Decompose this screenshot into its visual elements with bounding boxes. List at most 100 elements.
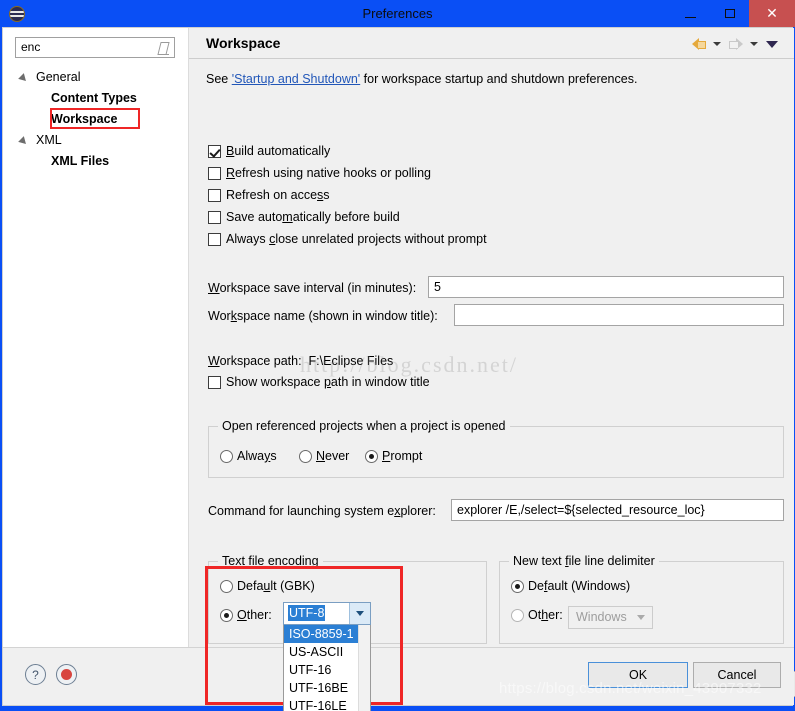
- chevron-down-icon[interactable]: [631, 607, 652, 628]
- dropdown-scrollbar[interactable]: [358, 625, 370, 711]
- checkbox-box[interactable]: [208, 166, 221, 180]
- intro-text: See 'Startup and Shutdown' for workspace…: [206, 72, 637, 86]
- ok-button[interactable]: OK: [588, 662, 688, 688]
- workspace-name-label: Workspace name (shown in window title):: [208, 309, 438, 323]
- record-button[interactable]: [56, 664, 77, 685]
- checkbox-box[interactable]: [208, 188, 221, 202]
- window-controls: ✕: [671, 0, 795, 27]
- tree-item-content-types[interactable]: Content Types: [3, 87, 189, 108]
- checkbox-refresh-native-hooks[interactable]: Refresh using native hooks or polling: [208, 166, 431, 180]
- checkbox-label: Show workspace path in window title: [226, 375, 430, 389]
- checkbox-label: Build automatically: [226, 144, 331, 158]
- save-interval-label: Workspace save interval (in minutes):: [208, 281, 417, 295]
- radio-never[interactable]: Never: [299, 449, 349, 463]
- page-content: See 'Startup and Shutdown' for workspace…: [189, 60, 795, 711]
- intro-prefix: See: [206, 72, 232, 86]
- tree-item-xml-files[interactable]: XML Files: [3, 150, 189, 171]
- radio-box[interactable]: [220, 449, 233, 463]
- checkbox-label: Refresh on access: [226, 188, 330, 202]
- checkbox-show-workspace-path[interactable]: Show workspace path in window title: [208, 375, 430, 389]
- dialog-footer: ? OK Cancel https://blog.csdn.net/weixin…: [3, 647, 794, 705]
- preferences-tree: General Content Types Workspace XML XML …: [3, 66, 189, 171]
- encoding-combo-value[interactable]: UTF-8: [284, 603, 349, 624]
- radio-delimiter-other[interactable]: Other:: [511, 608, 563, 622]
- radio-encoding-default[interactable]: Default (GBK): [220, 579, 315, 593]
- forward-arrow-icon[interactable]: [725, 34, 747, 54]
- filter-input[interactable]: enc: [16, 38, 155, 57]
- checkbox-box[interactable]: [208, 144, 221, 158]
- checkbox-label: Always close unrelated projects without …: [226, 232, 487, 246]
- tree-item-xml[interactable]: XML: [3, 129, 189, 150]
- checkbox-build-automatically[interactable]: Build automatically: [208, 144, 330, 158]
- radio-label: Default (Windows): [528, 579, 631, 593]
- maximize-button[interactable]: [710, 0, 749, 27]
- radio-label: Default (GBK): [237, 579, 315, 593]
- page-menu-chevron-down-icon[interactable]: [762, 34, 782, 54]
- radio-box[interactable]: [511, 579, 524, 593]
- delimiter-combo-value: Windows: [576, 610, 627, 624]
- encoding-combo[interactable]: UTF-8: [283, 602, 371, 625]
- radio-delimiter-default[interactable]: Default (Windows): [511, 579, 630, 593]
- workspace-name-input[interactable]: [454, 304, 784, 326]
- workspace-highlight-box: [50, 108, 140, 129]
- radio-encoding-other[interactable]: Other:: [220, 608, 272, 622]
- preferences-tree-panel: enc General Content Types Workspace XML: [3, 28, 189, 647]
- expand-arrow-icon[interactable]: [21, 135, 30, 144]
- checkbox-box[interactable]: [208, 210, 221, 224]
- encoding-dropdown-list[interactable]: ISO-8859-1 US-ASCII UTF-16 UTF-16BE UTF-…: [283, 625, 371, 711]
- open-referenced-projects-group: Open referenced projects when a project …: [208, 419, 784, 478]
- radio-prompt[interactable]: Prompt: [365, 449, 422, 463]
- forward-history-chevron-down-icon[interactable]: [747, 34, 762, 54]
- back-history-chevron-down-icon[interactable]: [710, 34, 725, 54]
- tree-item-label: XML Files: [51, 153, 110, 168]
- tree-item-general[interactable]: General: [3, 66, 189, 87]
- page-nav-buttons: [688, 28, 782, 59]
- checkbox-close-unrelated-projects[interactable]: Always close unrelated projects without …: [208, 232, 487, 246]
- cancel-button[interactable]: Cancel: [693, 662, 781, 688]
- radio-always[interactable]: Always: [220, 449, 277, 463]
- checkbox-refresh-on-access[interactable]: Refresh on access: [208, 188, 330, 202]
- expand-arrow-icon[interactable]: [21, 72, 30, 81]
- checkbox-label: Save automatically before build: [226, 210, 400, 224]
- tree-item-label: General: [36, 69, 81, 84]
- page-title: Workspace: [206, 35, 281, 51]
- line-delimiter-group: New text file line delimiter Default (Wi…: [499, 554, 784, 644]
- eclipse-icon: [9, 5, 25, 22]
- workspace-path-label: Workspace path: F:\Eclipse Files: [208, 354, 394, 368]
- tree-item-label: XML: [36, 132, 62, 147]
- radio-label: Never: [316, 449, 350, 463]
- radio-label: Other:: [528, 608, 563, 622]
- explorer-command-input[interactable]: explorer /E,/select=${selected_resource_…: [451, 499, 784, 521]
- radio-box[interactable]: [299, 449, 312, 463]
- startup-shutdown-link[interactable]: 'Startup and Shutdown': [232, 72, 360, 86]
- tree-item-label: Content Types: [51, 90, 137, 105]
- group-title: Open referenced projects when a project …: [218, 419, 510, 433]
- delimiter-combo[interactable]: Windows: [568, 606, 653, 629]
- checkbox-box[interactable]: [208, 232, 221, 246]
- title-bar: Preferences ✕: [0, 0, 795, 27]
- filter-input-wrapper[interactable]: enc: [15, 37, 175, 58]
- question-mark-icon[interactable]: ?: [25, 664, 46, 685]
- tree-item-workspace[interactable]: Workspace: [3, 108, 189, 129]
- group-title: Text file encoding: [218, 554, 323, 568]
- checkbox-save-before-build[interactable]: Save automatically before build: [208, 210, 400, 224]
- radio-box[interactable]: [365, 449, 378, 463]
- minimize-button[interactable]: [671, 0, 710, 27]
- clear-filter-icon[interactable]: [155, 40, 171, 56]
- explorer-command-label: Command for launching system explorer:: [208, 504, 436, 518]
- radio-box[interactable]: [220, 579, 233, 593]
- page-header: Workspace: [189, 28, 794, 59]
- back-arrow-icon[interactable]: [688, 34, 710, 54]
- close-button[interactable]: ✕: [749, 0, 795, 27]
- intro-suffix: for workspace startup and shutdown prefe…: [360, 72, 638, 86]
- checkbox-box[interactable]: [208, 375, 221, 389]
- radio-label: Other:: [237, 608, 272, 622]
- preferences-window-root: Preferences ✕ enc General Content Types: [0, 0, 795, 711]
- save-interval-input[interactable]: 5: [428, 276, 784, 298]
- radio-label: Always: [237, 449, 277, 463]
- radio-box[interactable]: [220, 608, 233, 622]
- workspace-path-value: F:\Eclipse Files: [308, 354, 394, 368]
- chevron-down-icon[interactable]: [349, 603, 370, 624]
- minimize-icon: [685, 16, 696, 18]
- radio-box[interactable]: [511, 608, 524, 622]
